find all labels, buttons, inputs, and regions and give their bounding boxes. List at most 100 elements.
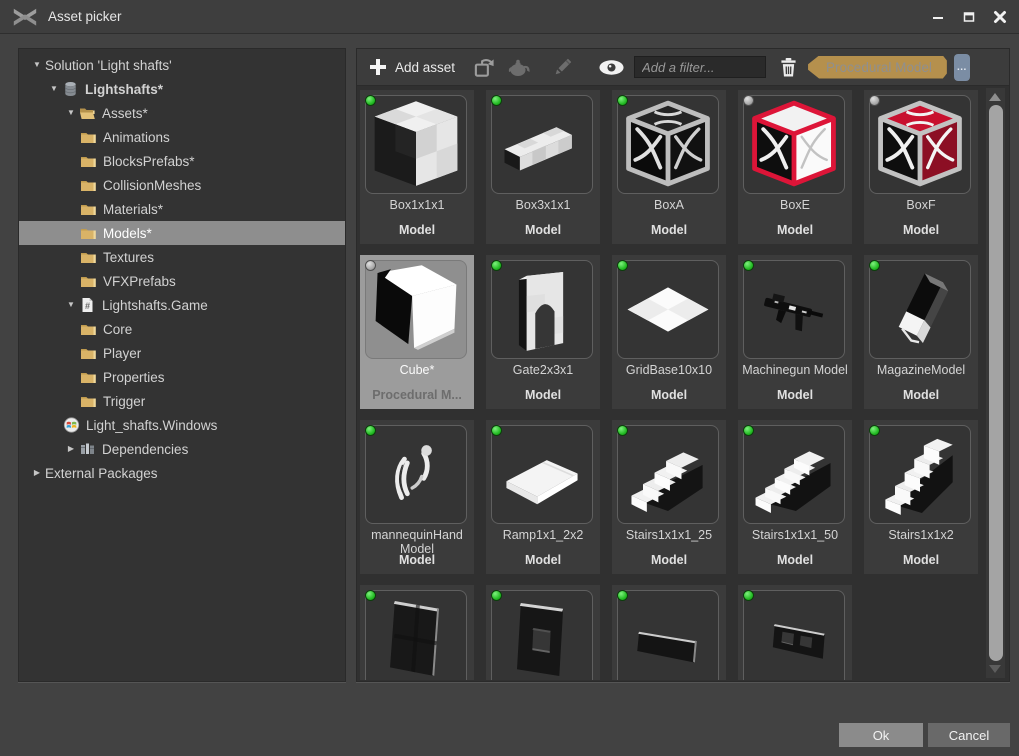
status-dot-green — [617, 260, 628, 271]
status-dot-gray — [743, 95, 754, 106]
asset-tile-partial[interactable] — [360, 585, 474, 680]
folder-open-icon — [79, 105, 96, 121]
status-dot-gray — [869, 95, 880, 106]
titlebar[interactable]: Asset picker — [0, 0, 1019, 34]
asset-tile-partial[interactable] — [738, 585, 852, 680]
more-filters-button[interactable]: ... — [954, 54, 970, 81]
asset-tile-stairs1x1x2[interactable]: Stairs1x1x2Model — [864, 420, 978, 574]
delete-trash-icon[interactable] — [780, 57, 797, 77]
asset-thumbnail — [365, 590, 467, 680]
filter-tag-procedural-model[interactable]: Procedural Model — [808, 56, 947, 79]
tree-item-dependencies[interactable]: ▶Dependencies — [19, 437, 345, 461]
asset-tile-stairs1x1x1-25[interactable]: Stairs1x1x1_25Model — [612, 420, 726, 574]
add-asset-button[interactable]: Add asset — [365, 56, 459, 78]
asset-tile-boxf[interactable]: BoxFModel — [864, 90, 978, 244]
edit-pencil-icon[interactable] — [551, 56, 574, 79]
asset-name: Cube* — [362, 363, 472, 377]
tree-item-core[interactable]: Core — [19, 317, 345, 341]
tree-item-solution-light-shafts[interactable]: ▼Solution 'Light shafts' — [19, 53, 345, 77]
expand-arrow-icon[interactable]: ▶ — [63, 437, 79, 461]
asset-name: BoxE — [740, 198, 850, 212]
asset-tile-magazinemodel[interactable]: MagazineModelModel — [864, 255, 978, 409]
solution-explorer-panel: ▼Solution 'Light shafts'▼Lightshafts*▼As… — [18, 48, 346, 682]
expand-arrow-icon[interactable]: ▶ — [29, 461, 45, 485]
asset-browser-panel: Add asset Procedural Model ... Box1x1x1M… — [356, 48, 1010, 682]
tree-item-materials[interactable]: Materials* — [19, 197, 345, 221]
scrollbar-thumb[interactable] — [989, 105, 1003, 661]
asset-name: Gate2x3x1 — [488, 363, 598, 377]
asset-tile-machinegun-model[interactable]: Machinegun Model Model — [738, 255, 852, 409]
asset-tile-partial[interactable] — [486, 585, 600, 680]
teapot-sample-icon[interactable] — [506, 56, 532, 78]
scroll-up-button[interactable] — [989, 93, 1001, 101]
vertical-scrollbar[interactable] — [986, 88, 1005, 678]
tree-item-lightshafts[interactable]: ▼Lightshafts* — [19, 77, 345, 101]
asset-thumbnail — [743, 425, 845, 524]
maximize-button[interactable] — [961, 9, 976, 24]
visibility-eye-icon[interactable] — [598, 59, 625, 76]
asset-type: Model — [866, 223, 976, 238]
ok-button[interactable]: Ok — [839, 723, 923, 747]
asset-tile-gridbase10x10[interactable]: GridBase10x10Model — [612, 255, 726, 409]
tree-item-label: External Packages — [45, 466, 158, 481]
asset-name: Box1x1x1 — [362, 198, 472, 212]
asset-grid-viewport: Box1x1x1ModelBox3x1x1ModelBoxAModelBoxEM… — [358, 86, 982, 680]
collapse-arrow-icon[interactable]: ▼ — [63, 293, 79, 317]
asset-tile-cube[interactable]: Cube* Procedural M... — [360, 255, 474, 409]
asset-thumbnail — [617, 260, 719, 359]
tree-item-animations[interactable]: Animations — [19, 125, 345, 149]
tree-item-properties[interactable]: Properties — [19, 365, 345, 389]
tree-item-models[interactable]: Models* — [19, 221, 345, 245]
asset-type: Model — [866, 553, 976, 568]
tree-item-textures[interactable]: Textures — [19, 245, 345, 269]
app-logo-icon — [11, 6, 39, 27]
folder-icon — [80, 177, 97, 193]
status-dot-green — [617, 590, 628, 601]
asset-tile-mannequinhand-model[interactable]: mannequinHand ModelModel — [360, 420, 474, 574]
tree-item-vfxprefabs[interactable]: VFXPrefabs — [19, 269, 345, 293]
asset-name: Box3x1x1 — [488, 198, 598, 212]
asset-name: Machinegun Model — [740, 363, 850, 377]
collapse-arrow-icon[interactable]: ▼ — [46, 77, 62, 101]
scroll-down-button[interactable] — [989, 665, 1001, 673]
asset-tile-partial[interactable] — [612, 585, 726, 680]
asset-tile-box3x1x1[interactable]: Box3x1x1Model — [486, 90, 600, 244]
minimize-button[interactable] — [930, 9, 945, 24]
asset-toolbar: Add asset Procedural Model ... — [357, 49, 1009, 86]
asset-tile-ramp1x1-2x2[interactable]: Ramp1x1_2x2Model — [486, 420, 600, 574]
status-dot-green — [617, 95, 628, 106]
status-dot-green — [743, 260, 754, 271]
reimport-icon[interactable] — [473, 56, 496, 79]
tree-item-light-shafts-windows[interactable]: Light_shafts.Windows — [19, 413, 345, 437]
collapse-arrow-icon[interactable]: ▼ — [63, 101, 79, 125]
close-button[interactable] — [992, 9, 1007, 24]
asset-tile-boxe[interactable]: BoxEModel — [738, 90, 852, 244]
folder-icon — [80, 225, 97, 241]
tree-item-label: Textures — [103, 250, 154, 265]
asset-type: Model — [740, 388, 850, 403]
tree-item-label: Animations — [103, 130, 170, 145]
asset-tile-gate2x3x1[interactable]: Gate2x3x1Model — [486, 255, 600, 409]
filter-input[interactable] — [634, 56, 766, 78]
asset-tile-boxa[interactable]: BoxAModel — [612, 90, 726, 244]
windows-icon — [63, 417, 80, 433]
asset-tile-stairs1x1x1-50[interactable]: Stairs1x1x1_50Model — [738, 420, 852, 574]
asset-type: Procedural M... — [362, 388, 472, 403]
tree-item-collisionmeshes[interactable]: CollisionMeshes — [19, 173, 345, 197]
tree-item-player[interactable]: Player — [19, 341, 345, 365]
asset-tile-box1x1x1[interactable]: Box1x1x1Model — [360, 90, 474, 244]
csharp-project-icon: # — [79, 297, 96, 313]
tree-item-lightshafts-game[interactable]: ▼#Lightshafts.Game — [19, 293, 345, 317]
collapse-arrow-icon[interactable]: ▼ — [29, 53, 45, 77]
tree-item-external-packages[interactable]: ▶External Packages — [19, 461, 345, 485]
folder-icon — [80, 129, 97, 145]
asset-type: Model — [488, 553, 598, 568]
tree-item-assets[interactable]: ▼Assets* — [19, 101, 345, 125]
tree-item-label: Player — [103, 346, 141, 361]
solution-tree: ▼Solution 'Light shafts'▼Lightshafts*▼As… — [19, 49, 345, 485]
tree-item-blocksprefabs[interactable]: BlocksPrefabs* — [19, 149, 345, 173]
tree-item-label: Light_shafts.Windows — [86, 418, 217, 433]
tree-item-trigger[interactable]: Trigger — [19, 389, 345, 413]
window-title: Asset picker — [48, 9, 122, 24]
cancel-button[interactable]: Cancel — [928, 723, 1010, 747]
